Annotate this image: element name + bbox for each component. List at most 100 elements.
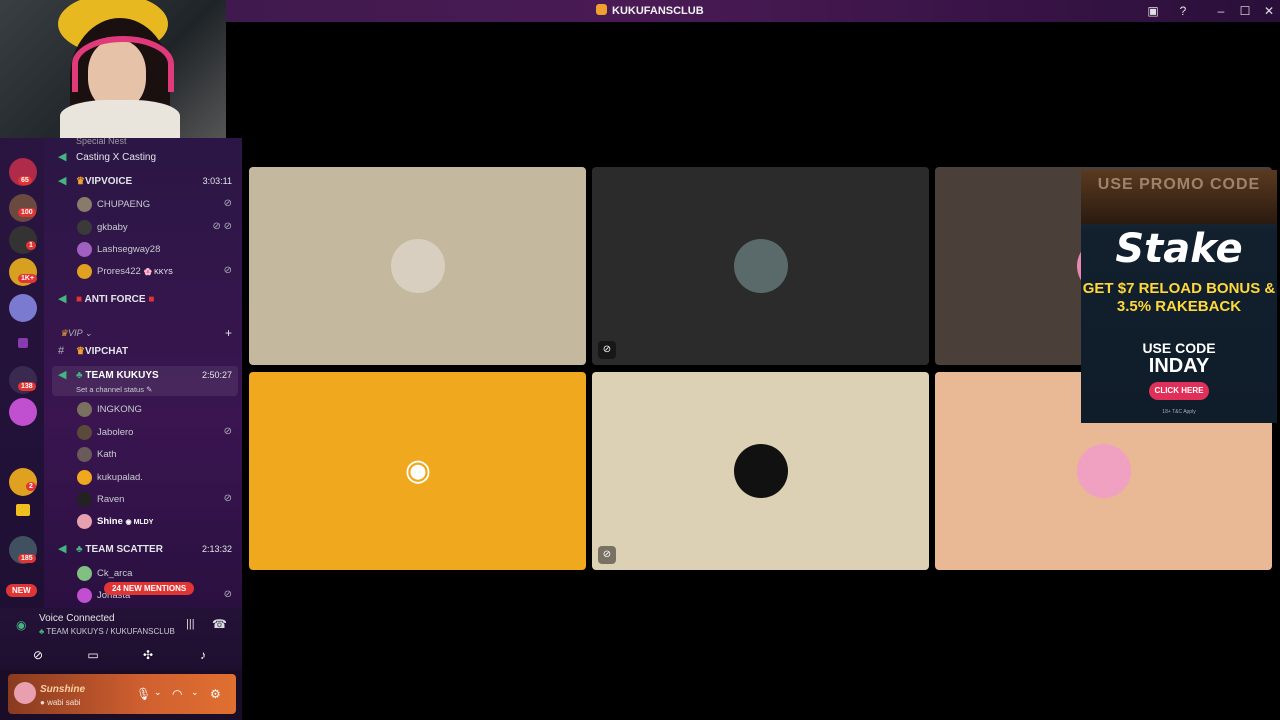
inbox-icon[interactable]: ▣: [1145, 3, 1161, 19]
avatar: [77, 514, 92, 529]
signal-icon[interactable]: ◉: [16, 618, 26, 632]
username: Kath: [97, 449, 117, 460]
ad-offer: GET $7 RELOAD BONUS & 3.5% RAKEBACK: [1082, 280, 1276, 315]
avatar: [14, 682, 36, 704]
voice-channel-icon: ◀: [58, 293, 67, 305]
video-tile[interactable]: [249, 167, 586, 365]
soundboard-icon[interactable]: ♪: [183, 646, 223, 664]
ad-fine-print: 18+ T&C Apply: [1162, 409, 1196, 415]
channel-name: Special Nest: [76, 138, 127, 146]
server-badge: 2: [26, 482, 36, 491]
voice-user[interactable]: Ck_arca: [44, 564, 242, 584]
avatar: [77, 470, 92, 485]
new-mentions-pill[interactable]: 24 NEW MENTIONS: [104, 582, 195, 595]
participant-avatar: [391, 239, 445, 293]
current-username: Sunshine: [40, 684, 86, 695]
microphone-icon[interactable]: 🎙: [136, 687, 151, 701]
channel-name-text: TEAM KUKUYS: [85, 370, 159, 381]
voice-user[interactable]: Jabolero ⊘: [44, 423, 242, 443]
category-vip[interactable]: ♛VIP ⌄ +: [44, 324, 242, 344]
channel-vipvoice[interactable]: ◀ ♛VIPVOICE 3:03:11: [44, 172, 242, 192]
folder-icon[interactable]: [16, 504, 30, 516]
channel-team-kukuys[interactable]: ◀ ♣ TEAM KUKUYS 2:50:27: [44, 366, 242, 386]
deafened-icon: ⊘ ⊘: [212, 221, 232, 232]
ad-click-here-button[interactable]: CLICK HERE: [1149, 382, 1209, 400]
server-icon[interactable]: [9, 294, 37, 322]
username: kukupalad.: [97, 472, 143, 483]
voice-user[interactable]: Lashsegway28: [44, 240, 242, 260]
maximize-icon[interactable]: ☐: [1237, 3, 1253, 19]
channel-vipchat[interactable]: # ♛VIPCHAT: [44, 342, 242, 362]
voice-user[interactable]: kukupalad.: [44, 468, 242, 488]
folder-icon[interactable]: [18, 338, 28, 348]
camera-off-icon[interactable]: ⊘: [18, 646, 58, 664]
channel-casting[interactable]: ◀ Casting X Casting: [44, 148, 242, 168]
video-tile[interactable]: ⊘: [592, 167, 929, 365]
muted-icon: ⊘: [223, 426, 232, 437]
voice-user[interactable]: INGKONG: [44, 400, 242, 420]
disconnect-icon[interactable]: ☎: [212, 617, 227, 631]
avatar: [77, 425, 92, 440]
server-badge: 1: [26, 241, 36, 250]
username: INGKONG: [97, 404, 142, 415]
custom-status: ● wabi sabi: [40, 698, 81, 707]
sos-icon: ■: [76, 294, 83, 305]
username-text: Prores422: [97, 266, 141, 277]
help-icon[interactable]: ?: [1175, 3, 1191, 19]
sos-icon: ■: [148, 294, 155, 305]
video-tile[interactable]: ◉: [249, 372, 586, 570]
server-list: 65 100 1 1K+ 138 2 185: [0, 138, 44, 608]
voice-user[interactable]: Kath: [44, 445, 242, 465]
username-text: Shine: [97, 516, 123, 527]
server-badge: 1K+: [18, 274, 38, 283]
voice-channel-path[interactable]: ♣ TEAM KUKUYS / KUKUFANSCLUB: [39, 627, 175, 636]
screen-share-icon[interactable]: ▭: [73, 646, 113, 664]
avatar: [77, 447, 92, 462]
discord-logo-icon: ◉: [404, 454, 432, 487]
ad-use-code-label: USE CODE: [1142, 340, 1216, 356]
channel-name: ♛VIPVOICE: [76, 176, 132, 187]
channel-name: ♛VIPCHAT: [76, 346, 128, 357]
channel-team-scatter[interactable]: ◀ ♣ TEAM SCATTER 2:13:32: [44, 540, 242, 560]
voice-user[interactable]: Shine ◉ MLDY: [44, 512, 242, 532]
minimize-icon[interactable]: –: [1213, 3, 1229, 19]
server-badge: 100: [18, 208, 36, 217]
voice-panel: ◉ Voice Connected ♣ TEAM KUKUYS / KUKUFA…: [0, 608, 242, 670]
add-channel-icon[interactable]: +: [225, 326, 232, 340]
video-tile[interactable]: ⊘: [592, 372, 929, 570]
voice-channel-icon: ◀: [58, 369, 67, 381]
channel-sidebar: Special Nest ◀ Casting X Casting ◀ ♛VIPV…: [44, 138, 242, 608]
activities-icon[interactable]: ✣: [128, 646, 168, 664]
server-badge: 65: [18, 176, 32, 185]
participant-avatar: [1077, 444, 1131, 498]
chevron-down-icon[interactable]: ⌄: [154, 687, 162, 698]
muted-icon: ⊘: [223, 493, 232, 504]
user-card[interactable]: Sunshine ● wabi sabi 🎙 ⌄ ◠ ⌄ ⚙: [8, 674, 236, 714]
participant-avatar: [734, 239, 788, 293]
voice-user[interactable]: CHUPAENG ⊘: [44, 195, 242, 215]
voice-user[interactable]: Raven ⊘: [44, 490, 242, 510]
noise-suppression-icon[interactable]: |||: [186, 618, 195, 630]
channel-status[interactable]: Set a channel status ✎: [76, 385, 152, 394]
channel-status-text: Set a channel status: [76, 385, 144, 394]
username: Raven: [97, 494, 125, 505]
stake-ad-overlay[interactable]: USE PROMO CODE Stake GET $7 RELOAD BONUS…: [1081, 170, 1277, 423]
headphones-icon[interactable]: ◠: [172, 687, 182, 701]
channel-name: ♣ TEAM SCATTER: [76, 544, 163, 555]
voice-user[interactable]: gkbaby ⊘ ⊘: [44, 218, 242, 238]
avatar: [77, 264, 92, 279]
voice-status[interactable]: Voice Connected: [39, 613, 115, 624]
close-icon[interactable]: ✕: [1261, 3, 1277, 19]
channel-name-text: VIPCHAT: [84, 346, 129, 357]
stake-logo: Stake: [1115, 226, 1243, 272]
avatar: [77, 220, 92, 235]
avatar: [77, 588, 92, 603]
channel-name-text: VIPVOICE: [84, 176, 133, 187]
channel-antiforce[interactable]: ◀ ■ ANTI FORCE ■: [44, 290, 242, 310]
server-icon[interactable]: [9, 398, 37, 426]
settings-gear-icon[interactable]: ⚙: [210, 687, 221, 701]
clover-icon: ♣: [39, 627, 45, 636]
voice-user[interactable]: Prores422 🌸 KKYS ⊘: [44, 262, 242, 282]
chevron-down-icon[interactable]: ⌄: [191, 687, 199, 698]
new-unreads-pill[interactable]: NEW: [6, 584, 37, 597]
